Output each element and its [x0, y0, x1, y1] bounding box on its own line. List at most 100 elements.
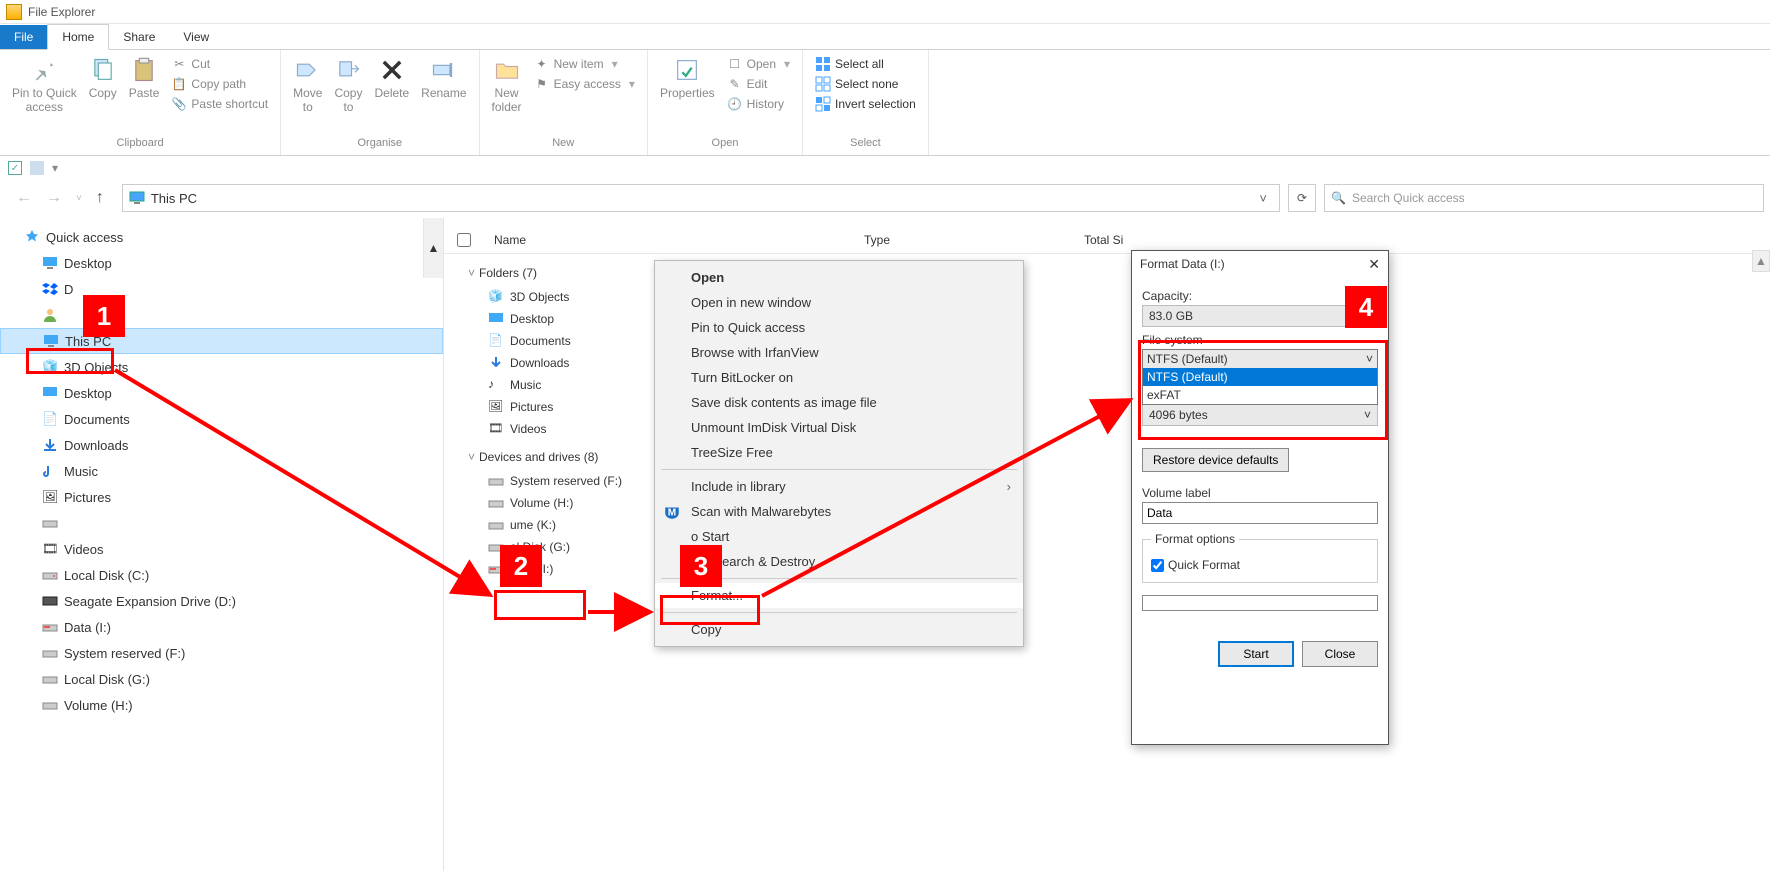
- checkbox[interactable]: [1151, 559, 1164, 572]
- copy-button[interactable]: Copy: [83, 54, 123, 102]
- tab-file[interactable]: File: [0, 25, 47, 49]
- documents-icon: 📄: [488, 333, 504, 349]
- list-item[interactable]: Downloads: [468, 352, 622, 374]
- tab-share[interactable]: Share: [109, 25, 169, 49]
- properties-button[interactable]: Properties: [654, 54, 721, 102]
- tree-item[interactable]: 🖼Pictures: [0, 484, 443, 510]
- col-size[interactable]: Total Si: [1074, 233, 1214, 247]
- open-button[interactable]: ☐Open▾: [721, 54, 796, 74]
- ctx-unmount-imdisk[interactable]: Unmount ImDisk Virtual Disk: [655, 415, 1023, 440]
- tree-item[interactable]: 🎞Videos: [0, 536, 443, 562]
- tree-item[interactable]: Data (I:): [0, 614, 443, 640]
- capacity-field[interactable]: 83.0 GB˅: [1142, 305, 1378, 327]
- delete-button[interactable]: Delete: [368, 54, 415, 102]
- select-none-button[interactable]: Select none: [809, 74, 922, 94]
- rename-button[interactable]: Rename: [415, 54, 472, 102]
- list-item[interactable]: Volume (H:): [468, 492, 622, 514]
- checkbox-icon[interactable]: ✓: [8, 161, 22, 175]
- close-dialog-button[interactable]: Close: [1302, 641, 1378, 667]
- list-item[interactable]: 🎞Videos: [468, 418, 622, 440]
- tree-quick-access[interactable]: Quick access: [0, 224, 443, 250]
- ribbon-group-select: Select all Select none Invert selection …: [803, 50, 929, 155]
- invert-selection-button[interactable]: Invert selection: [809, 94, 922, 114]
- list-item[interactable]: Data (I:): [468, 558, 622, 580]
- tree-item[interactable]: Music: [0, 458, 443, 484]
- paste-shortcut-button[interactable]: 📎Paste shortcut: [165, 94, 274, 114]
- invert-icon: [815, 96, 831, 112]
- tree-user[interactable]: [0, 302, 443, 328]
- list-item[interactable]: System reserved (F:): [468, 470, 622, 492]
- ctx-irfanview[interactable]: Browse with IrfanView: [655, 340, 1023, 365]
- list-item[interactable]: ume (K:): [468, 514, 622, 536]
- ctx-open-new-window[interactable]: Open in new window: [655, 290, 1023, 315]
- cut-button[interactable]: ✂Cut: [165, 54, 274, 74]
- tree-item[interactable]: Volume (H:): [0, 692, 443, 718]
- ctx-save-disk-image[interactable]: Save disk contents as image file: [655, 390, 1023, 415]
- tree-item[interactable]: Local Disk (G:): [0, 666, 443, 692]
- start-button[interactable]: Start: [1218, 641, 1294, 667]
- tree-dropbox[interactable]: D: [0, 276, 443, 302]
- back-button[interactable]: ←: [16, 189, 32, 207]
- select-all-button[interactable]: Select all: [809, 54, 922, 74]
- drive-icon: [42, 567, 58, 583]
- ctx-include-library[interactable]: Include in library›: [655, 474, 1023, 499]
- restore-defaults-button[interactable]: Restore device defaults: [1142, 448, 1289, 472]
- tree-item[interactable]: System reserved (F:): [0, 640, 443, 666]
- search-box[interactable]: 🔍 Search Quick access: [1324, 184, 1764, 212]
- group-folders[interactable]: ˅Folders (7): [468, 266, 622, 280]
- up-button[interactable]: ↑: [96, 189, 104, 207]
- user-icon: [42, 307, 58, 323]
- new-item-icon: ✦: [534, 56, 550, 72]
- label: Select none: [835, 77, 898, 91]
- ctx-pin-quick-access[interactable]: Pin to Quick access: [655, 315, 1023, 340]
- scrollbar[interactable]: ▲: [423, 218, 443, 278]
- edit-button[interactable]: ✎Edit: [721, 74, 796, 94]
- close-button[interactable]: ✕: [1368, 256, 1380, 273]
- new-folder-button[interactable]: New folder: [486, 54, 528, 116]
- delete-icon: [378, 56, 406, 84]
- address-dropdown-icon[interactable]: ˅: [1253, 191, 1273, 206]
- tree-item[interactable]: Local Disk (C:): [0, 562, 443, 588]
- tree-item[interactable]: Seagate Expansion Drive (D:): [0, 588, 443, 614]
- recent-dropdown[interactable]: ˅: [76, 193, 82, 204]
- list-item[interactable]: al Disk (G:): [468, 536, 622, 558]
- highlight-format: [660, 595, 760, 625]
- content-scroll-up[interactable]: ▲: [1752, 250, 1770, 272]
- list-item[interactable]: 🖼Pictures: [468, 396, 622, 418]
- col-name[interactable]: Name: [484, 233, 854, 247]
- props-icon[interactable]: [30, 161, 44, 175]
- list-item[interactable]: 📄Documents: [468, 330, 622, 352]
- new-item-button[interactable]: ✦New item▾: [528, 54, 641, 74]
- list-item[interactable]: ♪Music: [468, 374, 622, 396]
- dropdown-icon[interactable]: ▾: [52, 161, 58, 175]
- history-button[interactable]: 🕘History: [721, 94, 796, 114]
- ctx-treesize[interactable]: TreeSize Free: [655, 440, 1023, 465]
- legend: Format options: [1151, 532, 1239, 546]
- copy-path-button[interactable]: 📋Copy path: [165, 74, 274, 94]
- list-item[interactable]: 🧊3D Objects: [468, 286, 622, 308]
- tree-item[interactable]: 📄Documents: [0, 406, 443, 432]
- col-type[interactable]: Type: [854, 233, 1074, 247]
- forward-button[interactable]: →: [46, 189, 62, 207]
- refresh-button[interactable]: ⟳: [1288, 184, 1316, 212]
- quick-format-checkbox[interactable]: Quick Format: [1151, 558, 1369, 572]
- ctx-bitlocker[interactable]: Turn BitLocker on: [655, 365, 1023, 390]
- ctx-malwarebytes[interactable]: MScan with Malwarebytes: [655, 499, 1023, 524]
- address-bar[interactable]: This PC ˅: [122, 184, 1280, 212]
- paste-button[interactable]: Paste: [123, 54, 166, 102]
- ctx-open[interactable]: Open: [655, 265, 1023, 290]
- easy-access-button[interactable]: ⚑Easy access▾: [528, 74, 641, 94]
- list-item[interactable]: Desktop: [468, 308, 622, 330]
- tab-view[interactable]: View: [169, 25, 223, 49]
- tree-desktop[interactable]: Desktop: [0, 250, 443, 276]
- select-all-checkbox[interactable]: [444, 233, 484, 247]
- tree-item[interactable]: Desktop: [0, 380, 443, 406]
- move-to-button[interactable]: Move to: [287, 54, 328, 116]
- copy-to-button[interactable]: Copy to: [328, 54, 368, 116]
- pin-quick-access-button[interactable]: Pin to Quick access: [6, 54, 83, 116]
- group-devices[interactable]: ˅Devices and drives (8): [468, 450, 622, 464]
- tab-home[interactable]: Home: [47, 24, 109, 50]
- tree-item[interactable]: Downloads: [0, 432, 443, 458]
- tree-item[interactable]: [0, 510, 443, 536]
- volume-label-input[interactable]: [1142, 502, 1378, 524]
